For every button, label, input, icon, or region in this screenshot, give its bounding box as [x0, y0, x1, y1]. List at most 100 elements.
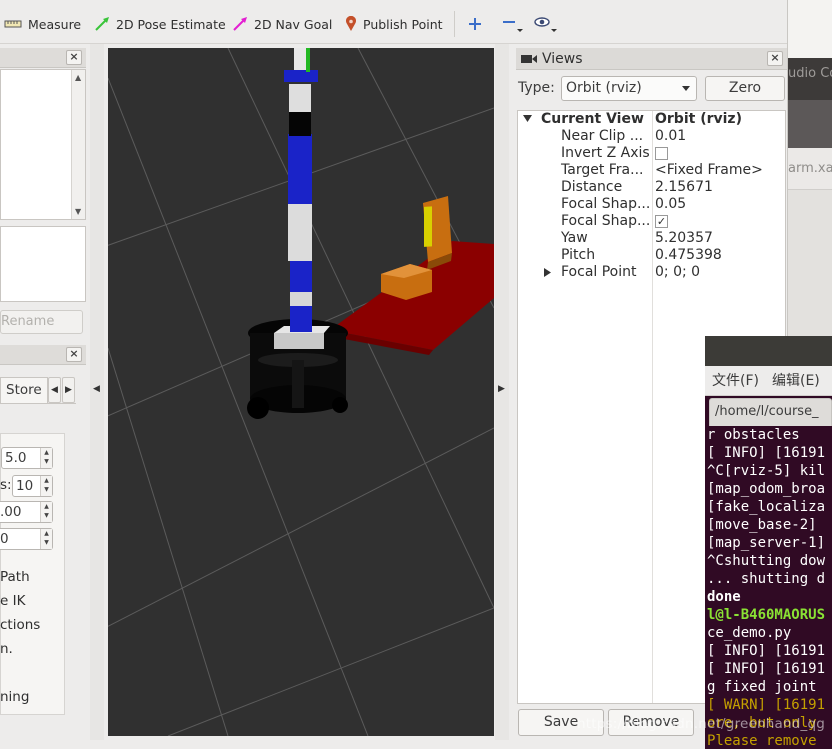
close-icon[interactable]: × — [66, 347, 82, 362]
near-clip-row[interactable]: Near Clip ... 0.01 — [518, 128, 786, 145]
option-collisions-label[interactable]: ctions — [0, 617, 40, 633]
terminal-line: [move_base-2] — [707, 517, 817, 533]
bg-window-tab[interactable]: arm.xac — [788, 148, 832, 190]
terminal-line: Please remove — [707, 733, 817, 749]
close-icon[interactable]: × — [767, 51, 783, 66]
planning-attempts-value: 10 — [16, 478, 34, 494]
yaw-row[interactable]: Yaw 5.20357 — [518, 230, 786, 247]
pose-estimate-tool[interactable]: 2D Pose Estimate — [94, 14, 226, 34]
add-tool-button[interactable] — [468, 14, 488, 34]
minus-icon — [503, 21, 523, 32]
prop-label: Target Fra... — [561, 162, 644, 178]
invert-z-row[interactable]: Invert Z Axis — [518, 145, 786, 162]
prop-value[interactable]: 0.05 — [655, 196, 686, 213]
terminal-line: done — [707, 589, 741, 605]
bg-window-title: udio Co — [788, 66, 832, 81]
bg-window-tab-label: arm.xac — [788, 161, 832, 176]
measure-label: Measure — [28, 16, 82, 32]
zero-button[interactable]: Zero — [705, 76, 785, 101]
prop-value[interactable]: <Fixed Frame> — [655, 162, 763, 179]
pitch-row[interactable]: Pitch 0.475398 — [518, 247, 786, 264]
prop-value[interactable]: 5.20357 — [655, 230, 713, 247]
terminal-line: [fake_localiza — [707, 499, 826, 515]
expand-right-icon[interactable] — [544, 268, 552, 278]
menu-edit[interactable]: 编辑(E) — [772, 366, 820, 396]
tab-scroll-left-icon[interactable]: ◀ — [48, 377, 61, 403]
tab-scroll-right-icon[interactable]: ▶ — [62, 377, 75, 403]
left-dock-splitter[interactable]: ◀ — [90, 44, 104, 740]
terminal-line: [ INFO] [16191 — [707, 643, 826, 659]
collapse-left-icon[interactable]: ◀ — [93, 384, 100, 394]
nav-goal-tool[interactable]: 2D Nav Goal — [232, 14, 332, 34]
tab-stored-states[interactable]: Store — [0, 377, 48, 403]
focal-shape-fixed-row[interactable]: Focal Shap... ✓ — [518, 213, 786, 230]
invert-z-checkbox[interactable] — [655, 147, 668, 160]
view-type-select[interactable]: Orbit (rviz) — [561, 76, 697, 101]
prop-label: Focal Shap... — [561, 196, 651, 212]
menu-file[interactable]: 文件(F) — [712, 366, 759, 396]
current-view-row[interactable]: Current View Orbit (rviz) — [518, 111, 786, 128]
ruler-icon — [4, 20, 22, 28]
terminal-tab[interactable]: /home/l/course_ — [709, 398, 832, 426]
expand-down-icon[interactable] — [523, 115, 533, 123]
terminal-line: [ WARN] [16191 — [707, 697, 826, 713]
velocity-scaling-input[interactable]: .00 ▲ ▼ — [0, 501, 53, 523]
option-ik-label[interactable]: e IK — [0, 593, 25, 609]
option-path-label[interactable]: Path — [0, 569, 30, 585]
terminal-line: [map_odom_broa — [707, 481, 826, 497]
prop-value[interactable]: 0.475398 — [655, 247, 722, 264]
prop-label: Pitch — [561, 247, 596, 263]
option-planning-label[interactable]: ning — [0, 689, 29, 705]
acceleration-scaling-value: 0 — [0, 531, 9, 547]
prop-value[interactable]: 2.15671 — [655, 179, 713, 196]
scroll-down-icon[interactable]: ▼ — [75, 207, 81, 216]
spin-arrows-icon[interactable]: ▲ ▼ — [40, 502, 52, 522]
toolbar: Measure 2D Pose Estimate 2D Nav Goal Pub… — [0, 0, 787, 44]
prop-value[interactable]: 0.01 — [655, 128, 686, 145]
view-options-button[interactable] — [534, 14, 564, 34]
spin-arrows-icon[interactable]: ▲ ▼ — [40, 529, 52, 549]
prop-value[interactable]: 0; 0; 0 — [655, 264, 700, 281]
scroll-up-icon[interactable]: ▲ — [75, 73, 81, 82]
type-label: Type: — [518, 80, 555, 96]
spin-arrows-icon[interactable]: ▲ ▼ — [40, 476, 52, 496]
terminal-output[interactable]: r obstacles [ INFO] [16191 ^C[rviz-5] kil [… — [707, 426, 832, 749]
collapse-right-icon[interactable]: ▶ — [498, 384, 505, 394]
prop-label: Near Clip ... — [561, 128, 644, 144]
focal-point-row[interactable]: Focal Point 0; 0; 0 — [518, 264, 786, 281]
displays-list[interactable]: ▲ ▼ — [0, 69, 86, 220]
right-dock-splitter[interactable]: ▶ — [495, 44, 509, 740]
planning-time-value: 5.0 — [5, 450, 27, 466]
terminal-line: [map_server-1] — [707, 535, 826, 551]
terminal-titlebar[interactable] — [705, 336, 832, 366]
3d-render-view[interactable] — [108, 48, 494, 736]
focal-shape-checkbox[interactable]: ✓ — [655, 215, 668, 228]
close-icon[interactable]: × — [66, 50, 82, 65]
focal-shape-size-row[interactable]: Focal Shap... 0.05 — [518, 196, 786, 213]
terminal-line: ^Cshutting dow — [707, 553, 826, 569]
motion-planning-panel-header: × — [0, 345, 86, 365]
displays-scrollbar[interactable]: ▲ ▼ — [71, 70, 85, 219]
velocity-scaling-value: .00 — [0, 504, 22, 520]
publish-point-tool[interactable]: Publish Point — [345, 14, 443, 34]
distance-row[interactable]: Distance 2.15671 — [518, 179, 786, 196]
current-view-value: Orbit (rviz) — [655, 111, 742, 127]
target-frame-row[interactable]: Target Fra... <Fixed Frame> — [518, 162, 786, 179]
measure-tool[interactable]: Measure — [4, 14, 81, 34]
planning-attempts-input[interactable]: 10 ▲ ▼ — [12, 475, 53, 497]
spin-arrows-icon[interactable]: ▲ ▼ — [40, 448, 52, 468]
terminal-line: ce_demo.py — [707, 625, 792, 641]
tab-divider — [0, 403, 76, 404]
terminal-line: r obstacles — [707, 427, 800, 443]
acceleration-scaling-input[interactable]: 0 ▲ ▼ — [0, 528, 53, 550]
option-replan-label[interactable]: n. — [0, 641, 13, 657]
rename-button[interactable]: Rename — [0, 310, 83, 334]
planning-time-input[interactable]: 5.0 ▲ ▼ — [1, 447, 53, 469]
prop-label: Yaw — [561, 230, 588, 246]
remove-tool-button[interactable] — [502, 14, 530, 34]
terminal-menubar: 文件(F) 编辑(E) — [705, 366, 832, 396]
property-description-box — [0, 226, 86, 302]
views-title: Views — [542, 51, 583, 67]
terminal-line: [ INFO] [16191 — [707, 661, 826, 677]
terminal-line: [ INFO] [16191 — [707, 445, 826, 461]
